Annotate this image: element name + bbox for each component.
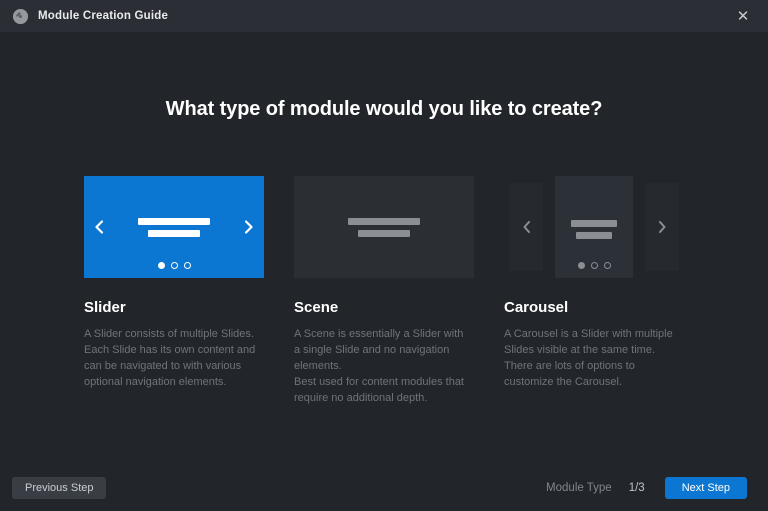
carousel-card[interactable] [504,176,684,278]
carousel-left-panel [509,183,543,271]
carousel-right-panel [645,183,679,271]
footer-right-group: Module Type 1/3 Next Step [546,477,747,499]
option-scene-description: A Scene is essentially a Slider with a s… [294,328,464,404]
next-step-button[interactable]: Next Step [664,477,747,499]
previous-step-button[interactable]: Previous Step [12,477,107,499]
carousel-text-placeholder [555,220,633,239]
scene-card[interactable] [294,176,474,278]
step-counter: 1/3 [628,482,645,494]
slider-text-placeholder [84,218,264,237]
slider-card[interactable] [84,176,264,278]
option-carousel: Carousel A Carousel is a Slider with mul… [504,176,684,406]
dialog-title: Module Creation Guide [38,10,169,22]
option-slider: Slider A Slider consists of multiple Sli… [84,176,264,406]
close-icon[interactable]: ✕ [732,5,754,27]
step-name-label: Module Type [546,482,612,494]
carousel-bullet-dots [555,262,633,269]
option-scene-title: Scene [294,299,339,316]
header-bar: Module Creation Guide ✕ [0,0,768,32]
carousel-center-panel [555,176,633,278]
footer-bar: Previous Step Module Type 1/3 Next Step [0,477,768,499]
carousel-next-arrow-icon [658,221,665,233]
option-carousel-description: A Carousel is a Slider with multiple Sli… [504,328,673,388]
slider-bullet-dots [84,262,264,269]
option-slider-title: Slider [84,299,126,316]
scene-text-placeholder [294,218,474,237]
smart-slider-logo-icon [12,8,29,24]
module-creation-dialog: Module Creation Guide ✕ What type of mod… [0,0,768,511]
option-scene: Scene A Scene is essentially a Slider wi… [294,176,474,406]
option-carousel-title: Carousel [504,299,569,316]
carousel-prev-arrow-icon [523,221,530,233]
option-slider-description: A Slider consists of multiple Slides. Ea… [84,328,256,388]
page-title: What type of module would you like to cr… [165,98,603,120]
module-type-options: Slider A Slider consists of multiple Sli… [84,176,684,406]
